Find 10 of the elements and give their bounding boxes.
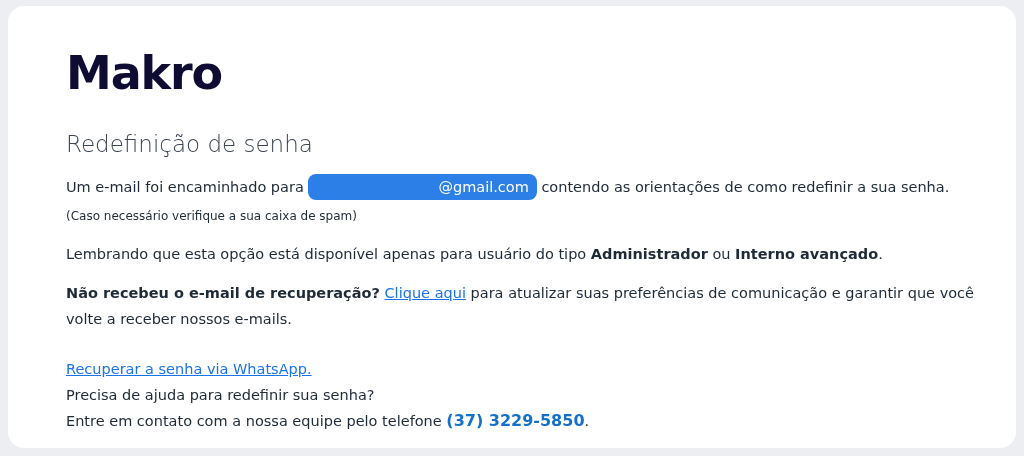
resend-notice: Não recebeu o e-mail de recuperação? Clique aqui para atualizar suas preferências de comunicação e garantir que você volte a receber nossos e-mails. [66,283,974,329]
logo: Makro [66,50,222,102]
email-notice: Um e-mail foi encaminhado para @gmail.com contendo as orientações de como redefinir a sua senha. (Caso necessário verifique a sua caixa de spam) [66,172,974,230]
page-title: Redefinição de senha [66,130,313,159]
user-type-notice: Lembrando que esta opção está disponível apenas para usuário do tipo Administrador ou Interno avançado. [66,244,884,264]
redacted-email: @gmail.com [308,173,537,200]
whatsapp-link[interactable]: Recuperar a senha via WhatsApp. [66,355,312,382]
contact-text: Entre em contato com a nossa equipe pelo telefone (37) 3229-5850. [66,409,590,432]
click-here-link[interactable]: Clique aqui [384,284,466,301]
help-text: Precisa de ajuda para redefinir sua senha? [66,385,375,405]
